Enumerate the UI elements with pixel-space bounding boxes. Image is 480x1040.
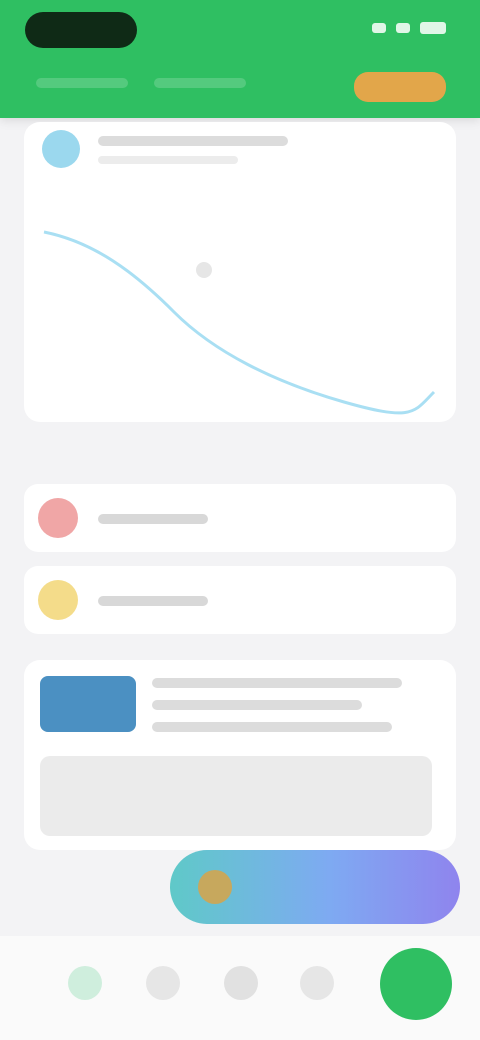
article-thumbnail bbox=[40, 676, 136, 732]
article-title-line-2 bbox=[152, 700, 362, 710]
user-icon[interactable] bbox=[300, 966, 334, 1000]
list-item-yellow[interactable] bbox=[24, 566, 456, 634]
trend-line bbox=[43, 230, 436, 415]
header-tabs bbox=[36, 78, 246, 88]
home-icon[interactable] bbox=[68, 966, 102, 1000]
red-status-icon bbox=[38, 498, 78, 538]
article-card[interactable] bbox=[24, 660, 456, 850]
list-item-label bbox=[98, 596, 208, 606]
add-icon[interactable] bbox=[380, 948, 452, 1020]
chart-marker bbox=[196, 262, 212, 278]
signal-icon bbox=[372, 23, 386, 33]
article-title bbox=[152, 678, 402, 688]
chart-card[interactable] bbox=[24, 122, 456, 422]
article-body bbox=[40, 756, 432, 836]
app-header bbox=[0, 0, 480, 118]
header-action-button[interactable] bbox=[354, 72, 446, 102]
grid-icon[interactable] bbox=[224, 966, 258, 1000]
list-item-label bbox=[98, 514, 208, 524]
coin-icon bbox=[198, 870, 232, 904]
header-tab-2[interactable] bbox=[154, 78, 246, 88]
article-title-line-3 bbox=[152, 722, 392, 732]
status-pill bbox=[25, 12, 137, 48]
battery-icon bbox=[420, 22, 446, 34]
status-icons bbox=[372, 22, 446, 34]
yellow-status-icon bbox=[38, 580, 78, 620]
bell-icon[interactable] bbox=[146, 966, 180, 1000]
list-item-red[interactable] bbox=[24, 484, 456, 552]
bottom-navigation bbox=[0, 936, 480, 1040]
floating-action-pill[interactable] bbox=[170, 850, 460, 924]
trend-chart bbox=[43, 230, 436, 415]
header-tab-1[interactable] bbox=[36, 78, 128, 88]
wifi-icon bbox=[396, 23, 410, 33]
